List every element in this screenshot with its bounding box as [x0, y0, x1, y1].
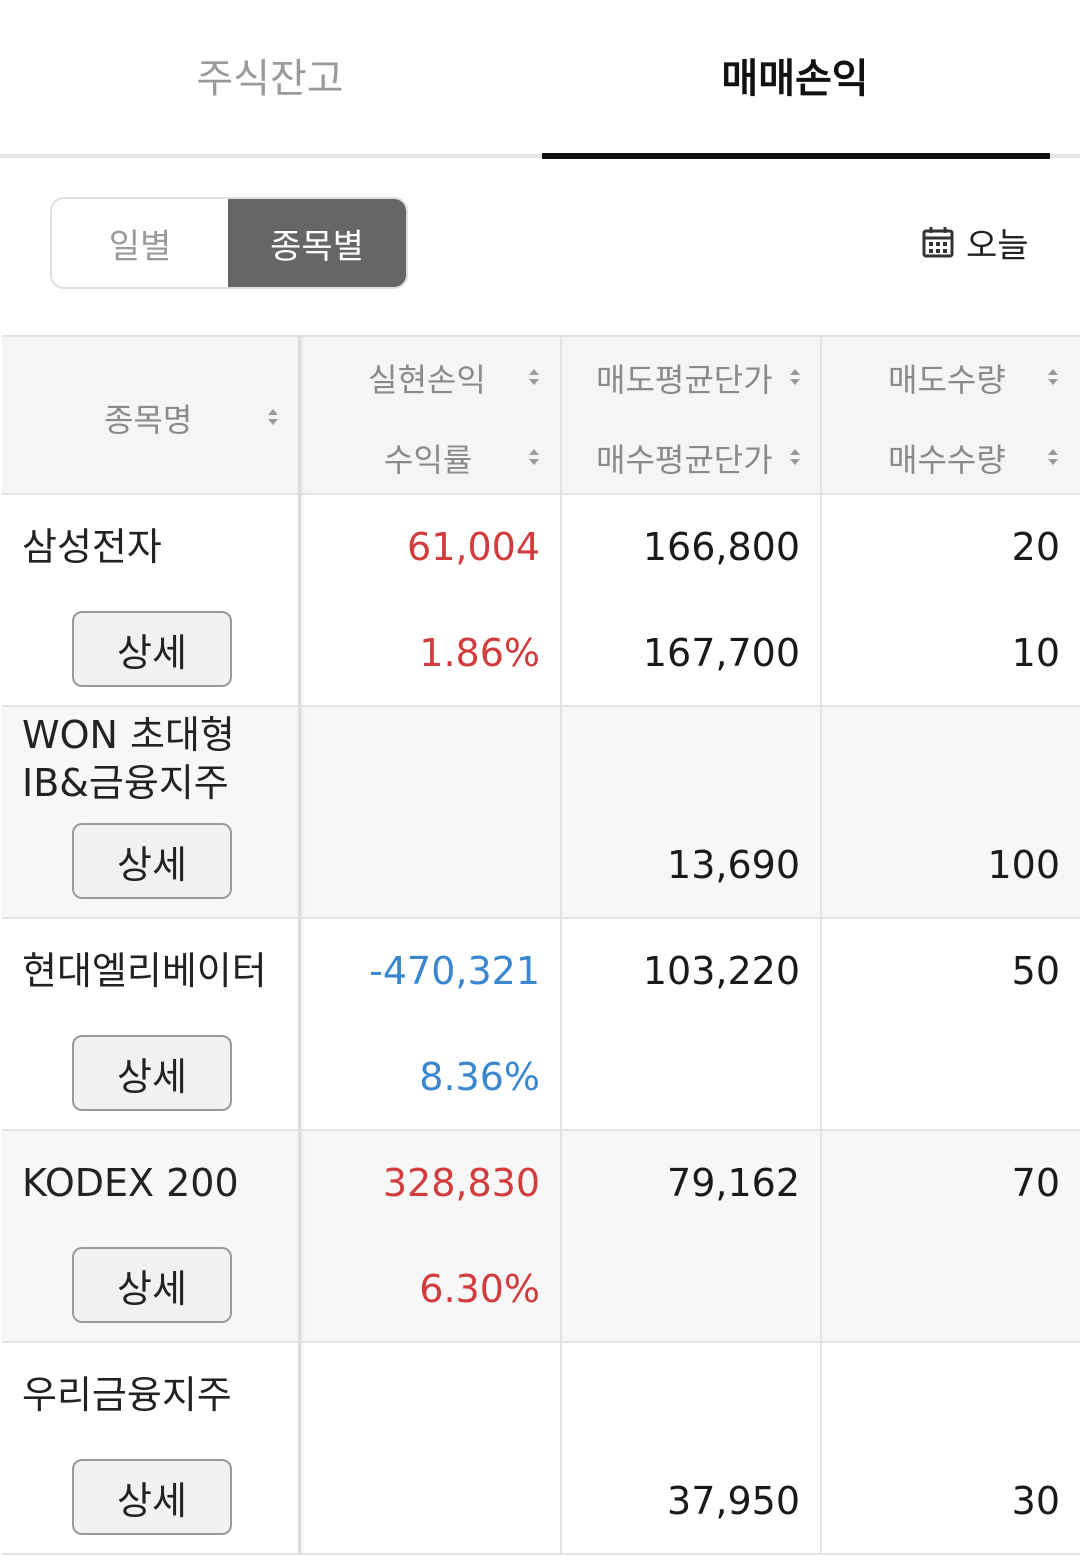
sort-icon[interactable] [790, 369, 800, 385]
sort-icon[interactable] [529, 369, 539, 385]
sort-icon[interactable] [1048, 449, 1058, 465]
detail-button[interactable]: 상세 [72, 1247, 232, 1323]
stock-name: 삼성전자 [22, 525, 162, 569]
column-divider [298, 335, 301, 1555]
header-avg-sell-price[interactable]: 매도평균단가 [596, 355, 773, 401]
detail-button[interactable]: 상세 [72, 823, 232, 899]
view-toggle: 일별 종목별 [50, 197, 408, 289]
header-return-rate[interactable]: 수익률 [384, 435, 472, 481]
table-header: 종목명 실현손익 수익률 매도평균단가 매수평균단가 매도수량 매수수량 [2, 335, 1080, 495]
by-item-toggle-button[interactable]: 종목별 [228, 199, 406, 287]
table-row: 우리금융지주 상세 37,950 30 [2, 1343, 1080, 1555]
table-row: 현대엘리베이터 상세 -470,321 8.36% 103,220 50 [2, 919, 1080, 1131]
daily-toggle-button[interactable]: 일별 [52, 199, 229, 287]
header-realized-pnl[interactable]: 실현손익 [368, 355, 486, 401]
table-row: WON 초대형 IB&금융지주 상세 13,690 100 [2, 707, 1080, 919]
buy-qty: 100 [987, 843, 1060, 887]
buy-qty: 30 [1011, 1479, 1060, 1523]
sell-qty: 50 [1011, 949, 1060, 993]
detail-button[interactable]: 상세 [72, 1459, 232, 1535]
sort-icon[interactable] [529, 449, 539, 465]
active-tab-indicator [542, 153, 1050, 159]
realized-pnl: -470,321 [369, 949, 540, 993]
date-filter-button[interactable]: 오늘 [922, 220, 1029, 266]
calendar-icon [922, 227, 954, 258]
detail-button[interactable]: 상세 [72, 611, 232, 687]
stock-name: 우리금융지주 [22, 1373, 232, 1417]
stock-name-line1: WON 초대형 [22, 713, 235, 757]
table-row: 삼성전자 상세 61,004 1.86% 166,800 167,700 20 … [2, 495, 1080, 707]
detail-button[interactable]: 상세 [72, 1035, 232, 1111]
date-filter-label: 오늘 [966, 225, 1029, 266]
tab-trading-pnl[interactable]: 매매손익 [540, 0, 1050, 156]
column-divider [820, 335, 822, 1555]
realized-pnl: 328,830 [382, 1161, 540, 1205]
avg-buy-price: 37,950 [667, 1479, 800, 1523]
buy-qty: 10 [1011, 631, 1060, 675]
avg-sell-price: 103,220 [642, 949, 800, 993]
header-avg-buy-price[interactable]: 매수평균단가 [596, 435, 773, 481]
avg-sell-price: 166,800 [642, 525, 800, 569]
realized-pnl: 61,004 [407, 525, 540, 569]
header-name[interactable]: 종목명 [104, 395, 192, 441]
table-row: KODEX 200 상세 328,830 6.30% 79,162 70 [2, 1131, 1080, 1343]
stock-name-line2: IB&금융지주 [22, 761, 229, 805]
return-rate: 6.30% [419, 1267, 540, 1311]
sell-qty: 70 [1011, 1161, 1060, 1205]
sort-icon[interactable] [268, 409, 278, 425]
avg-buy-price: 167,700 [642, 631, 800, 675]
avg-buy-price: 13,690 [667, 843, 800, 887]
return-rate: 1.86% [419, 631, 540, 675]
tab-stock-balance[interactable]: 주식잔고 [0, 0, 540, 156]
sell-qty: 20 [1011, 525, 1060, 569]
stock-name: 현대엘리베이터 [22, 949, 267, 993]
sort-icon[interactable] [790, 449, 800, 465]
column-divider [560, 335, 562, 1555]
return-rate: 8.36% [419, 1055, 540, 1099]
avg-sell-price: 79,162 [667, 1161, 800, 1205]
stock-name: KODEX 200 [22, 1161, 239, 1205]
sort-icon[interactable] [1048, 369, 1058, 385]
header-sell-qty[interactable]: 매도수량 [888, 355, 1006, 401]
tab-bar: 주식잔고 매매손익 [0, 0, 1080, 160]
header-buy-qty[interactable]: 매수수량 [888, 435, 1006, 481]
